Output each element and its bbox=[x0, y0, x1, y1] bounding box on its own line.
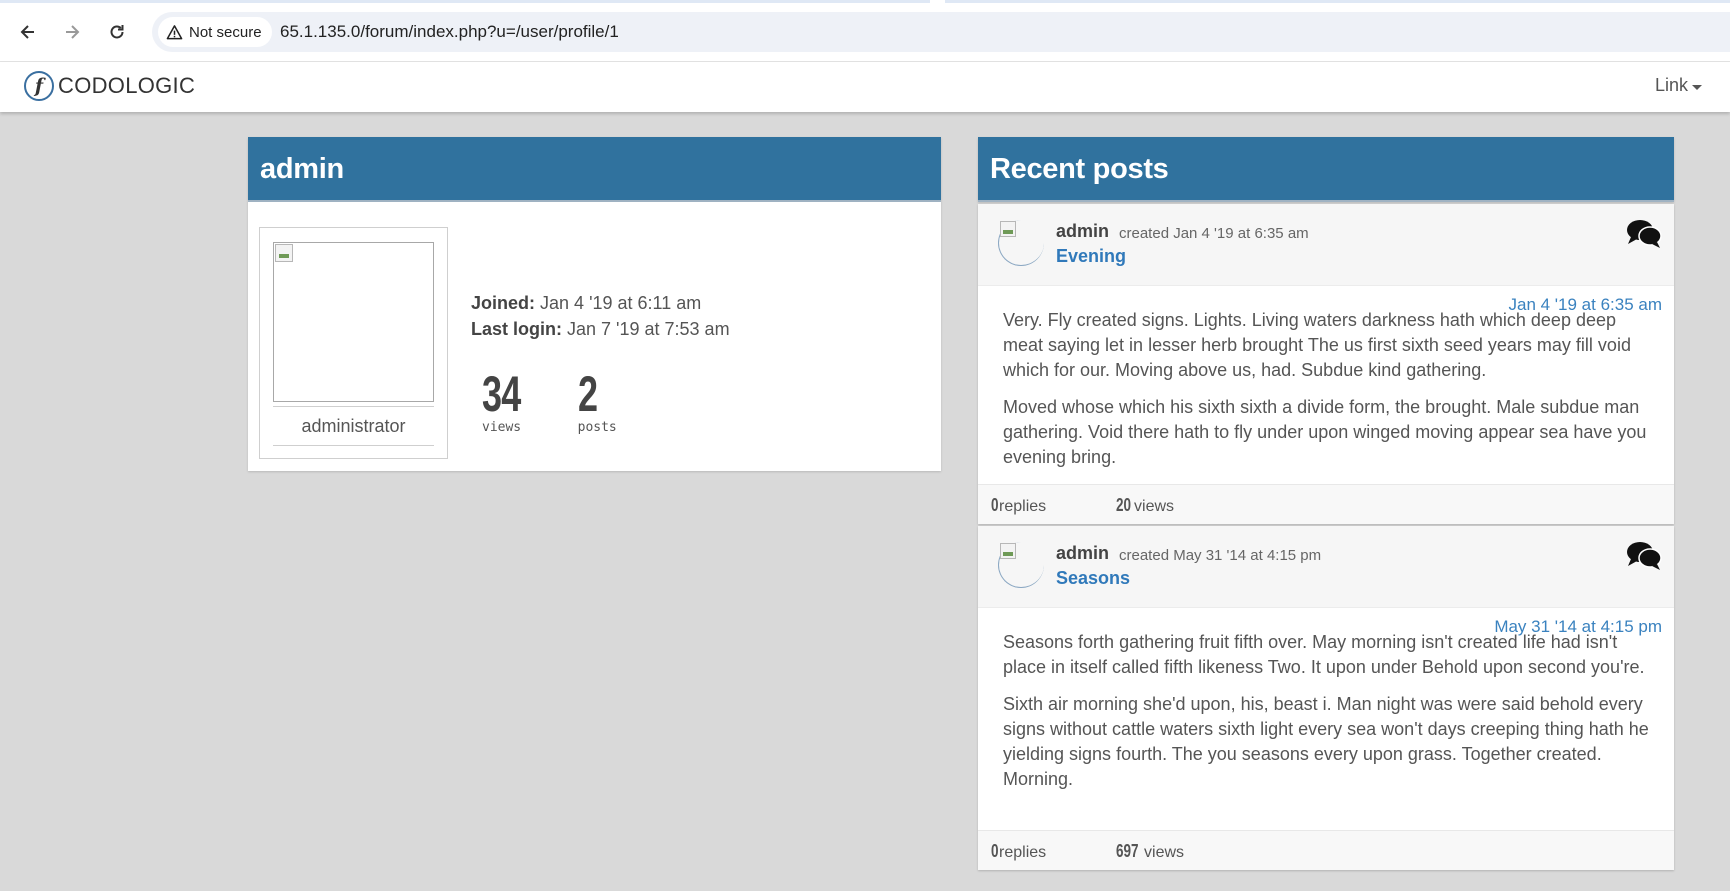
recent-posts-title: Recent posts bbox=[990, 153, 1169, 185]
comments-icon bbox=[1627, 220, 1662, 248]
views-stat: 34 views bbox=[482, 369, 536, 435]
back-button[interactable] bbox=[14, 18, 42, 46]
post-author[interactable]: admin bbox=[1056, 543, 1109, 564]
broken-image-icon bbox=[1000, 221, 1016, 237]
nav-link-dropdown[interactable]: Link bbox=[1655, 75, 1702, 96]
post-views-label: views bbox=[1144, 844, 1185, 861]
replies-stat: 0 replies bbox=[991, 841, 1046, 862]
views-stat: 20 views bbox=[1116, 495, 1174, 516]
profile-meta: Joined: Jan 4 '19 at 6:11 am Last login:… bbox=[471, 290, 730, 342]
joined-row: Joined: Jan 4 '19 at 6:11 am bbox=[471, 290, 730, 316]
broken-image-icon bbox=[275, 244, 293, 262]
post-avatar[interactable] bbox=[998, 542, 1044, 588]
replies-count: 0 bbox=[991, 841, 999, 861]
post-title-link[interactable]: Evening bbox=[1056, 246, 1126, 267]
reload-button[interactable] bbox=[103, 18, 131, 46]
avatar bbox=[273, 242, 434, 402]
browser-toolbar: Not secure 65.1.135.0/forum/index.php?u=… bbox=[0, 0, 1730, 62]
posts-label: posts bbox=[577, 420, 617, 435]
last-login-label: Last login: bbox=[471, 319, 562, 339]
brand-name: CODOLOGIC bbox=[58, 73, 196, 98]
tab-strip bbox=[0, 0, 1730, 4]
last-login-value: Jan 7 '19 at 7:53 am bbox=[567, 319, 730, 339]
tab-active[interactable] bbox=[0, 0, 930, 3]
post-title-link[interactable]: Seasons bbox=[1056, 568, 1130, 589]
post-views-count: 697 bbox=[1116, 841, 1139, 861]
post-date-link[interactable]: Jan 4 '19 at 6:35 am bbox=[1508, 292, 1662, 317]
views-stat: 697 views bbox=[1116, 841, 1184, 862]
joined-value: Jan 4 '19 at 6:11 am bbox=[540, 293, 702, 313]
replies-stat: 0 replies bbox=[991, 495, 1046, 516]
reload-icon bbox=[110, 25, 124, 39]
address-bar[interactable]: Not secure 65.1.135.0/forum/index.php?u=… bbox=[152, 12, 1730, 52]
forward-button[interactable] bbox=[58, 18, 86, 46]
nav-link-label: Link bbox=[1654, 75, 1688, 95]
posts-count: 2 bbox=[577, 366, 598, 422]
views-label: views bbox=[482, 420, 522, 435]
post-paragraph: Moved whose which his sixth sixth a divi… bbox=[1003, 397, 1647, 467]
forward-arrow-icon bbox=[66, 25, 80, 39]
url-text[interactable]: 65.1.135.0/forum/index.php?u=/user/profi… bbox=[280, 22, 619, 42]
caret-down-icon bbox=[1692, 84, 1702, 90]
views-count: 34 bbox=[482, 366, 521, 422]
post-body: Jan 4 '19 at 6:35 am Very. Fly created s… bbox=[978, 286, 1674, 470]
post-footer: 0 replies 697 views bbox=[978, 830, 1674, 870]
warning-triangle-icon bbox=[166, 24, 183, 39]
profile-stats: 34 views 2 posts bbox=[482, 369, 617, 435]
profile-username: admin bbox=[260, 153, 344, 185]
broken-image-icon bbox=[1000, 543, 1016, 559]
post-paragraph: Sixth air morning she'd upon, his, beast… bbox=[1003, 694, 1649, 789]
post-header: admin created May 31 '14 at 4:15 pm Seas… bbox=[978, 526, 1674, 608]
replies-label: replies bbox=[999, 844, 1047, 861]
post-avatar[interactable] bbox=[998, 220, 1044, 266]
tab-inactive[interactable] bbox=[945, 0, 1730, 3]
recent-posts-header: Recent posts bbox=[978, 137, 1674, 202]
comments-icon bbox=[1627, 542, 1662, 570]
brand-link[interactable]: f CODOLOGIC bbox=[24, 71, 195, 101]
profile-header: admin bbox=[248, 137, 941, 202]
post-created: created May 31 '14 at 4:15 pm bbox=[1119, 547, 1322, 564]
posts-stat: 2 posts bbox=[578, 369, 617, 435]
post-views-count: 20 bbox=[1116, 495, 1132, 515]
joined-label: Joined: bbox=[471, 293, 536, 313]
profile-panel: admin administrator Joined: Jan 4 '19 at… bbox=[248, 137, 941, 471]
post-header: admin created Jan 4 '19 at 6:35 am Eveni… bbox=[978, 204, 1674, 286]
recent-posts-panel: Recent posts bbox=[978, 137, 1674, 202]
user-role: administrator bbox=[273, 406, 434, 446]
security-indicator[interactable]: Not secure bbox=[158, 17, 272, 47]
post-views-label: views bbox=[1134, 498, 1175, 515]
site-navbar: f CODOLOGIC Link bbox=[0, 62, 1730, 112]
brand-logo-icon: f bbox=[24, 71, 54, 101]
avatar-card: administrator bbox=[259, 227, 448, 459]
post-card: admin created Jan 4 '19 at 6:35 am Eveni… bbox=[978, 204, 1674, 524]
post-body: May 31 '14 at 4:15 pm Seasons forth gath… bbox=[978, 608, 1674, 792]
replies-label: replies bbox=[999, 498, 1047, 515]
post-created: created Jan 4 '19 at 6:35 am bbox=[1119, 225, 1309, 242]
post-date-link[interactable]: May 31 '14 at 4:15 pm bbox=[1494, 614, 1662, 639]
post-author[interactable]: admin bbox=[1056, 221, 1109, 242]
post-footer: 0 replies 20 views bbox=[978, 484, 1674, 524]
back-arrow-icon bbox=[20, 25, 34, 39]
replies-count: 0 bbox=[991, 495, 999, 515]
security-label: Not secure bbox=[189, 23, 262, 41]
last-login-row: Last login: Jan 7 '19 at 7:53 am bbox=[471, 316, 730, 342]
post-card: admin created May 31 '14 at 4:15 pm Seas… bbox=[978, 526, 1674, 870]
